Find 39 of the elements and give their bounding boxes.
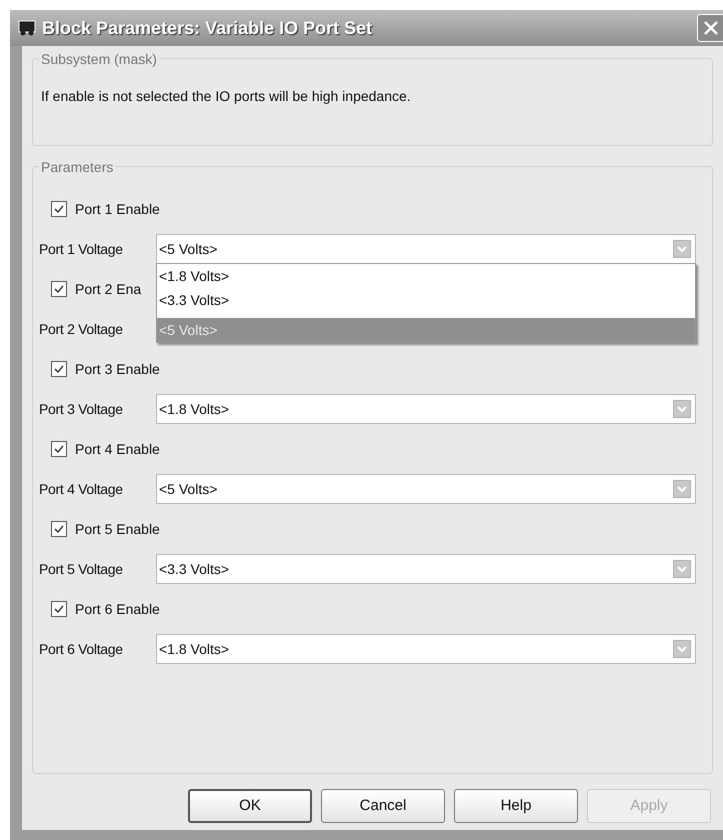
check-icon: [53, 203, 65, 215]
voltage-dropdown[interactable]: <5 Volts>: [156, 474, 696, 504]
checkbox-label: Port 3 Enable: [75, 360, 160, 378]
close-icon: [703, 20, 719, 36]
field-label: Port 3 Voltage: [39, 400, 124, 419]
voltage-dropdown[interactable]: <1.8 Volts>: [156, 634, 696, 664]
dialog-button[interactable]: Help: [454, 789, 578, 823]
check-icon: [53, 523, 65, 535]
checkbox[interactable]: [51, 281, 67, 297]
checkbox-label: Port 2 Ena: [75, 280, 142, 298]
block-icon: [18, 20, 36, 36]
check-icon: [53, 603, 65, 615]
check-icon: [53, 283, 65, 295]
field-label: Port 5 Voltage: [39, 560, 124, 579]
checkbox-label: Port 1 Enable: [75, 200, 160, 218]
voltage-dropdown[interactable]: <1.8 Volts>: [156, 394, 696, 424]
field-label: Port 2 Voltage: [39, 320, 124, 339]
checkbox[interactable]: [51, 201, 67, 217]
checkbox[interactable]: [51, 521, 67, 537]
checkbox-label: Port 4 Enable: [75, 440, 160, 458]
voltage-dropdown[interactable]: <5 Volts>: [156, 234, 696, 264]
checkbox[interactable]: [51, 441, 67, 457]
voltage-dropdown[interactable]: <3.3 Volts>: [156, 554, 696, 584]
dialog-button[interactable]: OK: [188, 789, 312, 823]
checkbox[interactable]: [51, 601, 67, 617]
mask-description: If enable is not selected the IO ports will be high inpedance.: [41, 88, 411, 104]
checkbox-label: Port 5 Enable: [75, 520, 160, 538]
dropdown-option[interactable]: <1.8 Volts>: [157, 264, 695, 288]
field-label: Port 1 Voltage: [39, 240, 124, 259]
checkbox-label: Port 6 Enable: [75, 600, 160, 618]
window-title: Block Parameters: Variable IO Port Set: [42, 16, 372, 40]
dialog-button[interactable]: Cancel: [321, 789, 445, 823]
checkbox[interactable]: [51, 361, 67, 377]
check-icon: [53, 443, 65, 455]
field-label: Port 6 Voltage: [39, 640, 124, 659]
check-icon: [53, 363, 65, 375]
dropdown-option[interactable]: <3.3 Volts>: [157, 288, 695, 312]
close-button[interactable]: [697, 14, 723, 42]
field-label: Port 4 Voltage: [39, 480, 124, 499]
